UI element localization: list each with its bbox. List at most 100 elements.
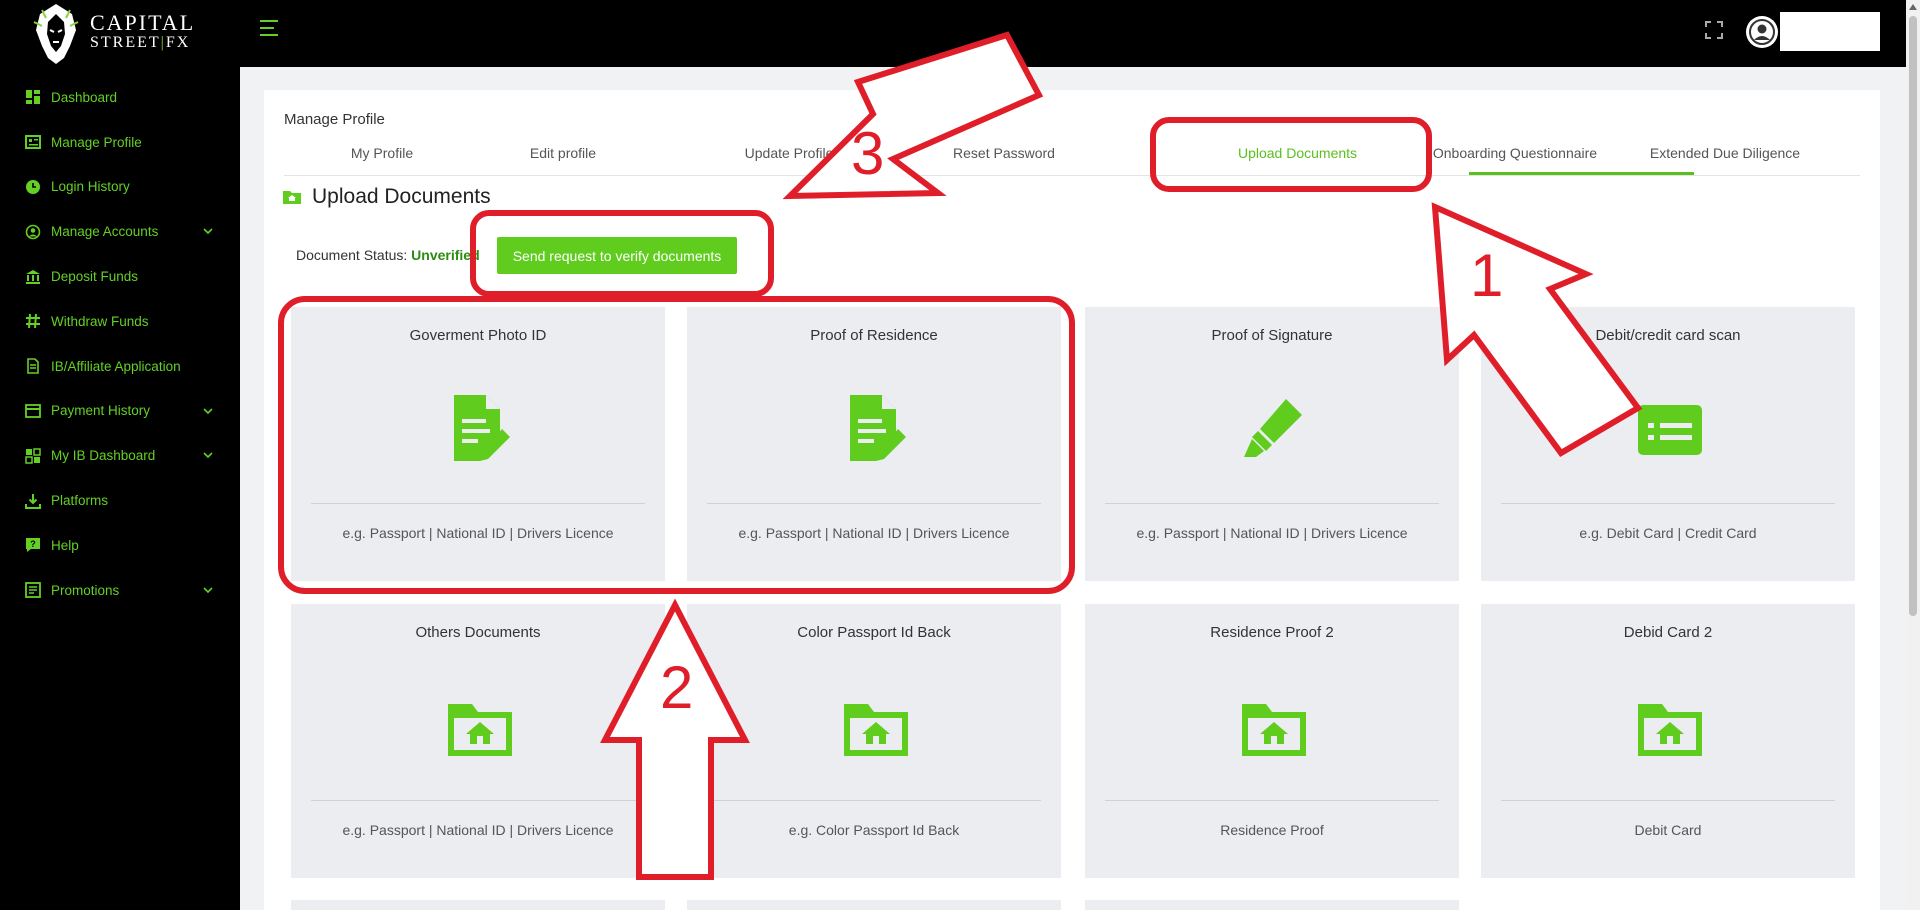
section-header: Upload Documents [282, 185, 491, 209]
sidebar-item-label: Promotions [51, 582, 120, 598]
brand-line-2: STREET|FX [90, 33, 195, 53]
document-card-debid-card-2[interactable]: Debid Card 2 Debit Card [1481, 604, 1855, 878]
divider [707, 503, 1041, 504]
section-title: Upload Documents [312, 185, 491, 208]
sidebar-item-label: My IB Dashboard [51, 448, 156, 464]
document-card-proof-of-signature[interactable]: Proof of Signature e.g. Passport | Nation… [1085, 307, 1459, 581]
folder-home-icon[interactable] [1242, 690, 1306, 760]
document-hint: e.g. Passport | National ID | Drivers Li… [342, 822, 614, 838]
document-card-proof-of-residence[interactable]: Proof of Residence e.g. Passport | Nation… [687, 307, 1061, 581]
tab-extended-due-diligence[interactable]: Extended Due Diligence [1630, 145, 1820, 161]
sidebar-item-my-ib-dashboard[interactable]: My IB Dashboard [0, 433, 240, 478]
send-verify-request-button[interactable]: Send request to verify documents [497, 237, 737, 274]
user-name-box[interactable] [1780, 12, 1880, 51]
file-edit-icon[interactable] [844, 393, 908, 463]
status-label: Document Status: [296, 247, 408, 263]
document-card-color-passport-id-back[interactable]: Color Passport Id Back e.g. Color Passpor… [687, 604, 1061, 878]
chat-help-icon: ? [24, 537, 41, 554]
user-avatar[interactable] [1746, 16, 1778, 48]
scroll-up-arrow-icon[interactable] [1909, 4, 1917, 10]
tab-onboarding-questionnaire[interactable]: Onboarding Questionnaire [1420, 145, 1610, 161]
sidebar-item-help[interactable]: ? Help [0, 523, 240, 568]
sidebar-item-manage-profile[interactable]: Manage Profile [0, 120, 240, 165]
document-title: Debit/credit card scan [1595, 327, 1741, 344]
dashboard-icon [24, 89, 41, 106]
sidebar-item-label: Manage Profile [51, 134, 142, 150]
document-icon [24, 358, 41, 375]
document-card-partial[interactable] [291, 900, 665, 910]
sidebar-item-deposit-funds[interactable]: Deposit Funds [0, 254, 240, 299]
sidebar-item-label: Platforms [51, 493, 109, 509]
sidebar-item-promotions[interactable]: Promotions [0, 568, 240, 613]
sidebar-item-ib-affiliate-application[interactable]: IB/Affiliate Application [0, 344, 240, 389]
card-icon[interactable] [1638, 393, 1702, 463]
sidebar-item-platforms[interactable]: Platforms [0, 478, 240, 523]
chevron-down-icon[interactable] [202, 449, 214, 461]
tab-upload-documents[interactable]: Upload Documents [1185, 145, 1410, 161]
document-card-debit-credit-card-scan[interactable]: Debit/credit card scan e.g. Debit Card | … [1481, 307, 1855, 581]
fullscreen-icon[interactable] [1704, 20, 1724, 40]
divider [311, 503, 645, 504]
tab-reset-password[interactable]: Reset Password [926, 145, 1082, 161]
document-status: Document Status: Unverified [296, 247, 480, 263]
folder-home-icon[interactable] [1638, 690, 1702, 760]
document-hint: e.g. Passport | National ID | Drivers Li… [738, 525, 1010, 541]
sidebar-item-label: Withdraw Funds [51, 313, 149, 329]
page-scrollbar[interactable] [1906, 0, 1920, 910]
chevron-down-icon[interactable] [202, 405, 214, 417]
sidebar-item-withdraw-funds[interactable]: Withdraw Funds [0, 299, 240, 344]
folder-home-icon[interactable] [448, 690, 512, 760]
divider [707, 800, 1041, 801]
tab-my-profile[interactable]: My Profile [304, 145, 460, 161]
clock-icon [24, 178, 41, 195]
sidebar-item-login-history[interactable]: Login History [0, 165, 240, 210]
sidebar-item-payment-history[interactable]: Payment History [0, 389, 240, 434]
hamburger-menu-icon[interactable] [258, 17, 280, 39]
brand-line-1: CAPITAL [90, 10, 196, 35]
document-hint: Residence Proof [1220, 822, 1324, 838]
tab-update-profile[interactable]: Update Profile [711, 145, 867, 161]
brand-fx: FX [165, 34, 191, 51]
chevron-down-icon[interactable] [202, 225, 214, 237]
topbar [240, 0, 1906, 67]
document-card-goverment-photo-id[interactable]: Goverment Photo ID e.g. Passport | Nation… [291, 307, 665, 581]
lion-logo-icon [33, 4, 79, 64]
sidebar: CAPITAL STREET|FX Dashboard Manage Profil… [0, 0, 240, 910]
promo-icon [24, 582, 41, 599]
folder-home-icon [283, 191, 301, 204]
svg-text:?: ? [30, 539, 36, 549]
grid-icon [24, 447, 41, 464]
sidebar-item-label: Manage Accounts [51, 224, 159, 240]
sidebar-item-manage-accounts[interactable]: Manage Accounts [0, 209, 240, 254]
document-hint: e.g. Color Passport Id Back [788, 822, 960, 838]
document-card-others-documents[interactable]: Others Documents e.g. Passport | National… [291, 604, 665, 878]
document-card-partial[interactable] [1085, 900, 1459, 910]
document-card-residence-proof-2[interactable]: Residence Proof 2 Residence Proof [1085, 604, 1459, 878]
sidebar-item-label: Payment History [51, 403, 151, 419]
sidebar-item-dashboard[interactable]: Dashboard [0, 75, 240, 120]
file-edit-icon[interactable] [448, 393, 512, 463]
divider [311, 800, 645, 801]
chevron-down-icon[interactable] [202, 584, 214, 596]
document-title: Proof of Signature [1211, 327, 1333, 344]
folder-home-icon[interactable] [844, 690, 908, 760]
document-title: Others Documents [415, 624, 541, 641]
divider [1105, 800, 1439, 801]
sidebar-item-label: Deposit Funds [51, 269, 139, 285]
page-title: Manage Profile [284, 111, 385, 128]
scrollbar-thumb[interactable] [1909, 16, 1917, 616]
sidebar-item-label: Login History [51, 179, 130, 195]
document-card-partial[interactable] [687, 900, 1061, 910]
sidebar-item-label: IB/Affiliate Application [51, 358, 181, 374]
sidebar-item-label: Dashboard [51, 89, 118, 105]
profile-card-icon [24, 134, 41, 151]
highlighter-icon[interactable] [1242, 393, 1306, 463]
tab-edit-profile[interactable]: Edit profile [485, 145, 641, 161]
document-title: Residence Proof 2 [1210, 624, 1334, 641]
hash-icon [24, 313, 41, 330]
wallet-icon [24, 402, 41, 419]
user-avatar-icon [1749, 19, 1775, 45]
bank-icon [24, 268, 41, 285]
brand-logo[interactable]: CAPITAL STREET|FX [30, 0, 230, 66]
profile-tabs: My Profile Edit profile Update Profile Rese… [284, 140, 1860, 176]
